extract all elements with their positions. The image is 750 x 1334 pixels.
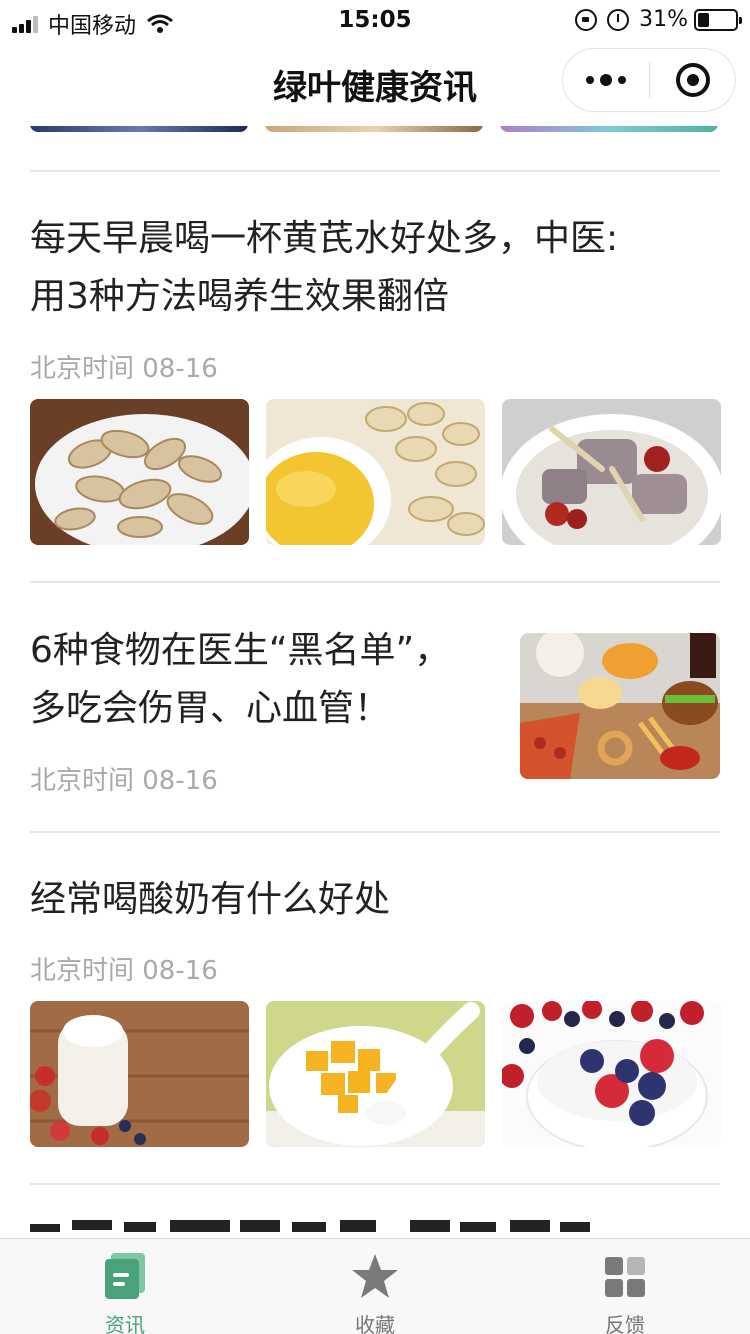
divider [30, 170, 720, 172]
tab-news[interactable]: 资讯 [0, 1239, 250, 1334]
nav-bar: 绿叶健康资讯 [0, 40, 750, 126]
article-feed[interactable]: 每天早晨喝一杯黄芪水好处多，中医: 用3种方法喝养生效果翻倍 北京时间 08-1… [0, 126, 750, 1238]
article-title-line: 多吃会伤胃、心血管！ [30, 688, 391, 729]
rotation-lock-icon [575, 8, 598, 31]
sliced-herb-image[interactable] [30, 399, 249, 545]
divider [30, 1183, 720, 1185]
junk-food-image[interactable] [520, 633, 720, 779]
article-title[interactable]: 经常喝酸奶有什么好处 [30, 871, 390, 929]
divider [30, 831, 720, 833]
yogurt-berries-image[interactable] [502, 1001, 721, 1147]
herbal-soup-image[interactable] [502, 399, 721, 545]
more-dots-icon[interactable] [563, 49, 649, 111]
alarm-icon [607, 8, 630, 31]
tab-label: 资讯 [105, 1313, 145, 1334]
tab-label: 收藏 [355, 1313, 395, 1334]
article-title-line: 用3种方法喝养生效果翻倍 [30, 276, 449, 317]
battery-percent: 31% [639, 7, 688, 32]
next-article-title-cut[interactable] [30, 1212, 590, 1238]
close-circle-icon[interactable] [650, 49, 735, 111]
article-title[interactable]: 每天早晨喝一杯黄芪水好处多，中医: 用3种方法喝养生效果翻倍 [30, 210, 618, 326]
herbal-tea-image[interactable] [266, 399, 485, 545]
previous-article-thumbs [30, 126, 735, 132]
yogurt-bottle-image[interactable] [30, 1001, 249, 1147]
tab-bar: 资讯 收藏 反馈 [0, 1238, 750, 1334]
divider [30, 581, 720, 583]
article-title[interactable]: 6种食物在医生“黑名单”， 多吃会伤胃、心血管！ [30, 622, 450, 738]
star-icon [351, 1253, 399, 1303]
grid-icon [603, 1253, 647, 1303]
news-doc-icon [103, 1253, 147, 1303]
article-title-line: 经常喝酸奶有什么好处 [30, 879, 391, 920]
article-title-line: 每天早晨喝一杯黄芪水好处多，中医: [30, 218, 619, 259]
article-meta: 北京时间 08-16 [30, 956, 218, 986]
article-meta: 北京时间 08-16 [30, 354, 218, 384]
yogurt-mango-image[interactable] [266, 1001, 485, 1147]
tab-feedback[interactable]: 反馈 [500, 1239, 750, 1334]
article-title-line: 6种食物在医生“黑名单”， [30, 630, 451, 671]
mini-program-capsule [562, 48, 736, 112]
battery-icon [694, 8, 742, 31]
article-meta: 北京时间 08-16 [30, 766, 218, 796]
tab-label: 反馈 [605, 1313, 645, 1334]
tab-favorites[interactable]: 收藏 [250, 1239, 500, 1334]
status-bar: 中国移动 15:05 31% [0, 0, 750, 40]
